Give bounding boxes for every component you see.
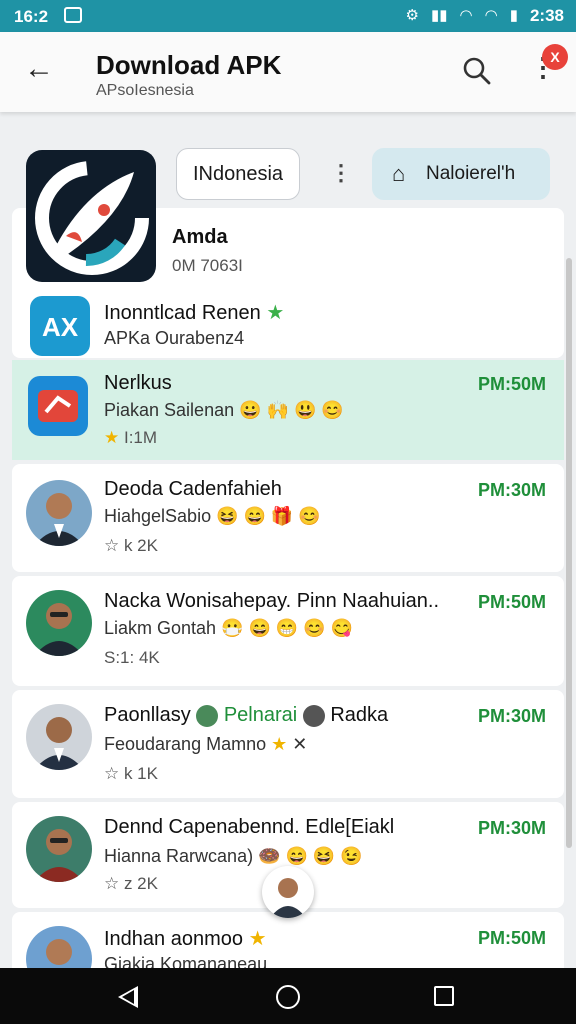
inline-avatar-icon — [196, 704, 219, 727]
row-meta: ☆ k 1K — [104, 764, 158, 783]
svg-text:AX: AX — [42, 312, 79, 342]
row-meta: ☆ k 2K — [104, 536, 158, 555]
row-time: PM:50M — [477, 374, 546, 394]
avatar — [26, 704, 92, 770]
row-name: Inonntlcad Renen ★ — [104, 300, 284, 325]
row-time: PM:50M — [477, 592, 546, 612]
avatar — [26, 590, 92, 656]
emoji-icons: 😷 😄 😁 😊 😋 — [221, 618, 354, 638]
row-name: Nerlkus — [104, 372, 172, 394]
settings-icon: ⚙ — [405, 7, 419, 24]
country-chip[interactable]: INdonesia — [176, 148, 300, 200]
wifi-icon: ◠ — [459, 7, 473, 24]
row-message: Liakm Gontah 😷 😄 😁 😊 😋 — [104, 618, 353, 639]
emoji-icons: 🍩 😄 😆 😉 — [258, 846, 363, 866]
status-clock: 2:38 — [529, 6, 564, 25]
chip-more-icon[interactable]: ⋮ — [330, 160, 352, 186]
scrollbar[interactable] — [566, 258, 572, 848]
status-time: 16:2 — [14, 7, 49, 26]
tag-icon: ⌂ — [392, 161, 406, 186]
signal-icon: ▮▮ — [431, 7, 448, 24]
row-meta: S:1: 4K — [104, 648, 160, 667]
row-name-secondary: Pelnarai — [223, 704, 298, 726]
app-icon-blue: AX — [30, 296, 90, 356]
row-time: PM:30M — [477, 818, 546, 838]
row-message-text: Liakm Gontah — [104, 618, 217, 638]
list-item[interactable]: Paonllasy Pelnarai Radka Feoudarang Mamn… — [12, 690, 564, 798]
wifi-alt-icon: ◠ — [484, 7, 498, 24]
list-item[interactable]: Indhan aonmoo ★ Giakia Komananeau PM:50M — [12, 912, 564, 968]
row-time: PM:30M — [477, 706, 546, 726]
nav-home-icon[interactable] — [276, 985, 300, 1009]
action-button-label: Naloierel'h — [426, 163, 516, 184]
page-title: Download APK — [96, 50, 282, 80]
back-arrow-icon[interactable]: ← — [24, 52, 54, 86]
star-icon: ★ — [271, 734, 288, 754]
close-small-icon: ✕ — [292, 734, 308, 754]
system-nav-bar — [0, 968, 576, 1024]
nav-recents-icon[interactable] — [434, 986, 454, 1006]
row-name: Indhan aonmoo ★ — [104, 926, 267, 951]
row-meta-text: I:1M — [123, 428, 158, 447]
battery-icon: ▮ — [509, 7, 518, 24]
row-message-text: Piakan Sailenan — [104, 400, 235, 420]
floating-avatar-button[interactable] — [262, 866, 314, 918]
row-name: Deoda Cadenfahieh — [104, 478, 282, 500]
app-bar: ← Download APK APsoIesnesia ⋮ X — [0, 32, 576, 112]
avatar — [26, 926, 92, 968]
inline-avatar-icon — [302, 704, 325, 727]
row-message: Feoudarang Mamno ★ ✕ — [104, 734, 307, 755]
star-icon: ★ — [104, 428, 120, 447]
row-message-text: Feoudarang Mamno — [104, 734, 267, 754]
app-list: Amda 0M 7063I AX Inonntlcad Renen ★ APKa… — [12, 208, 564, 968]
row-message: Giakia Komananeau — [104, 954, 268, 968]
action-button[interactable]: ⌂ Naloierel'h — [372, 148, 550, 200]
page-subtitle: APsoIesnesia — [96, 82, 194, 99]
gallery-icon — [64, 7, 82, 23]
app-icon-red — [28, 376, 88, 436]
row-meta: ☆ z 2K — [104, 874, 158, 893]
row-name: Nacka Wonisahepay. Pinn Naahuian.. — [104, 590, 440, 612]
star-icon: ★ — [248, 928, 267, 950]
notification-badge[interactable]: X — [542, 44, 568, 70]
row-name-text: Inonntlcad Renen — [104, 302, 261, 324]
list-item[interactable]: Nacka Wonisahepay. Pinn Naahuian.. Liakm… — [12, 576, 564, 686]
row-message: HiahgelSabio 😆 😄 🎁 😊 — [104, 506, 321, 527]
row-time: PM:50M — [477, 928, 546, 948]
status-icons: ⚙ ▮▮ ◠ ◠ ▮ 2:38 — [406, 6, 564, 26]
row-time: PM:30M — [477, 480, 546, 500]
row-message: APKa Ourabenz4 — [104, 328, 245, 348]
row-message: Piakan Sailenan 😀 🙌 😃 😊 — [104, 400, 344, 421]
row-name-text: Paonllasy — [104, 704, 191, 726]
row-name: Dennd Capenabennd. Edle[Eiakl — [104, 816, 395, 838]
row-message-text: Hianna Rarwcana) — [104, 846, 254, 866]
status-bar: 16:2 ⚙ ▮▮ ◠ ◠ ▮ 2:38 — [0, 0, 576, 32]
star-green-icon: ★ — [266, 302, 285, 324]
avatar — [26, 480, 92, 546]
app-logo — [26, 150, 156, 282]
row-meta: ★ I:1M — [104, 428, 157, 448]
nav-back-icon[interactable] — [118, 986, 138, 1008]
row-message-text: HiahgelSabio — [104, 506, 212, 526]
row-message: Hianna Rarwcana) 🍩 😄 😆 😉 — [104, 846, 363, 867]
list-item[interactable]: Deoda Cadenfahieh HiahgelSabio 😆 😄 🎁 😊 ☆… — [12, 464, 564, 572]
row-name-text: Indhan aonmoo — [104, 928, 244, 950]
avatar — [26, 816, 92, 882]
row-name-tertiary: Radka — [330, 704, 389, 726]
row-name: Paonllasy Pelnarai Radka — [104, 704, 388, 727]
pinned-name: Amda — [172, 226, 228, 248]
emoji-icons: 😆 😄 🎁 😊 — [216, 506, 321, 526]
pinned-meta: 0M 7063I — [172, 256, 243, 275]
search-icon[interactable] — [462, 56, 492, 86]
emoji-icons: 😀 🙌 😃 😊 — [239, 400, 344, 420]
list-item[interactable]: Nerlkus Piakan Sailenan 😀 🙌 😃 😊 ★ I:1M P… — [12, 360, 564, 460]
